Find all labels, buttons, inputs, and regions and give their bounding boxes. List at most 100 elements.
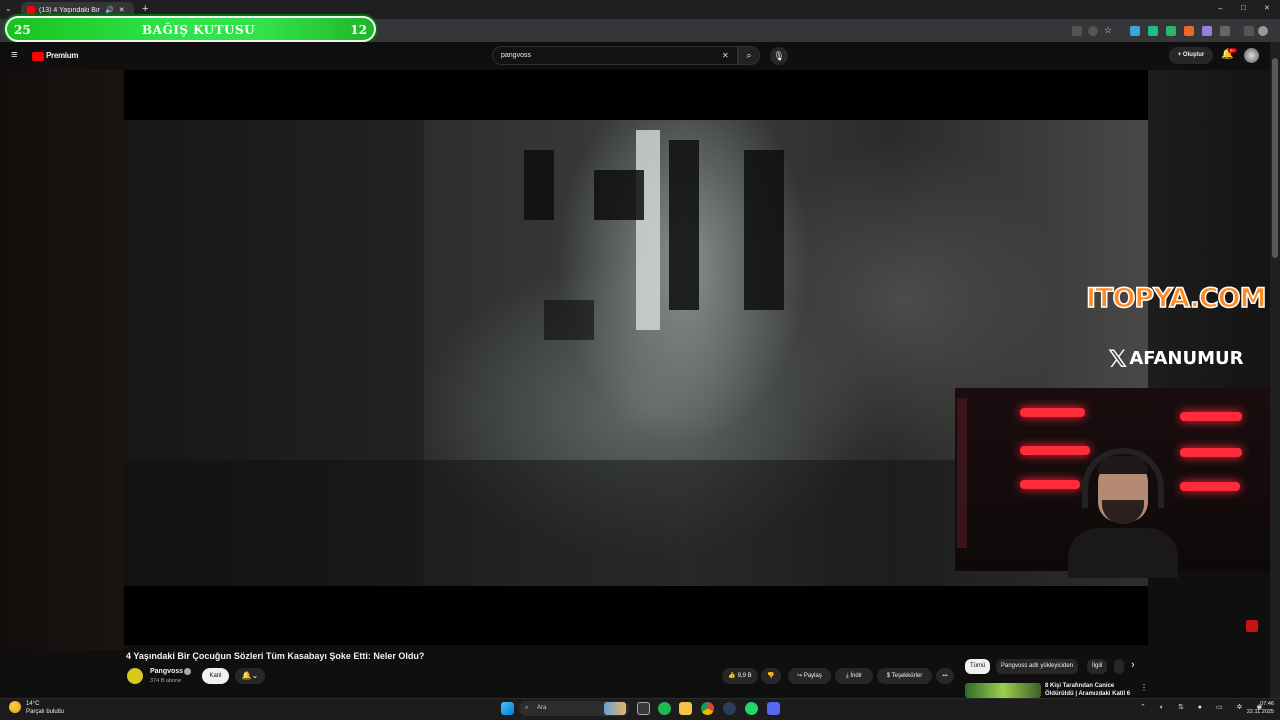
share-label: Paylaş [803,673,822,679]
bookmark-star-icon[interactable]: ☆ [1104,25,1114,35]
extension-orange-icon[interactable] [1184,26,1194,36]
maximize-button[interactable]: □ [1241,3,1246,12]
tab-list-menu-icon[interactable]: ⌄ [5,4,12,13]
spotify-icon[interactable] [658,702,671,715]
extension-blue-icon[interactable] [1130,26,1140,36]
red-led-light [1180,412,1242,421]
zoom-icon[interactable] [1088,26,1098,36]
voice-search-button[interactable]: 🎙 [770,47,788,65]
recommendation-menu-icon[interactable]: ⋮ [1140,683,1148,692]
video-title: 4 Yaşındaki Bir Çocuğun Sözleri Tüm Kasa… [126,651,425,661]
tab-close-icon[interactable]: ✕ [119,6,125,14]
notification-badge: 9+ [1228,48,1238,53]
streamer-silhouette [1068,448,1178,578]
channel-name[interactable]: Pangvoss [150,668,183,675]
thanks-button[interactable]: $ Teşekkürler [877,668,932,684]
weather-icon[interactable] [9,701,21,713]
thumbs-down-icon: 👎 [767,673,775,679]
create-label: Oluştur [1182,52,1205,58]
like-count: 9,9 B [737,673,752,679]
shelf-shadow [524,150,554,220]
search-input[interactable]: pangvoss [492,46,738,65]
extension-twitch-icon[interactable] [1166,26,1176,36]
extensions-puzzle-icon[interactable] [1220,26,1230,36]
donation-box-overlay: 25 BAĞIŞ KUTUSU 12 [5,16,376,42]
chips-next-icon[interactable]: › [1131,659,1135,671]
join-button[interactable]: Katıl [202,668,229,684]
hair [1098,456,1148,474]
donation-title: BAĞIŞ KUTUSU [142,23,256,37]
recommendation-title[interactable]: 8 Kişi Tarafından Canice Öldürüldü | Ara… [1045,682,1135,698]
chip-related[interactable]: İlgili [1087,659,1108,674]
thumbs-up-icon: 👍 [728,673,738,679]
verified-icon [184,668,191,675]
search-icon: ⌕ [746,50,752,60]
close-window-button[interactable]: ✕ [1264,4,1270,12]
x-handle-overlay: 𝕏 AFANUMUR [1108,345,1268,375]
weather-widget[interactable]: 14°C Parçalı bulutlu [26,700,64,716]
donation-right-value: 12 [350,23,367,37]
subscriber-count: 374 B abone [150,678,182,684]
weather-description: Parçalı bulutlu [26,709,65,715]
channel-avatar[interactable] [127,668,143,684]
channel-watermark-icon[interactable] [1246,620,1258,632]
thanks-label: Teşekkürler [891,673,923,679]
search-highlight-icon[interactable] [604,702,626,715]
youtube-favicon-icon [27,6,35,14]
dislike-button[interactable]: 👎 [761,668,781,684]
profile-avatar-icon[interactable] [1258,26,1268,36]
speaker-icon[interactable]: 🔊 [105,6,114,14]
shelf-shadow [544,300,594,340]
ambient-mode-right [1148,70,1270,390]
like-button[interactable]: 👍 9,9 B [722,668,758,684]
bell-icon: 🔔⌄ [241,671,259,680]
discord-icon[interactable] [767,702,780,715]
subscription-bell-button[interactable]: 🔔⌄ [235,668,265,684]
file-explorer-icon[interactable] [679,702,692,715]
windows-start-icon[interactable] [501,702,514,715]
search-button[interactable]: ⌕ [738,46,760,65]
share-icon: ↪ [797,673,804,679]
create-button[interactable]: + Oluştur [1169,47,1213,64]
task-view-icon[interactable] [637,702,650,715]
light-column [636,130,660,330]
x-handle-text: AFANUMUR [1129,348,1244,369]
chip-all[interactable]: Tümü [965,659,991,674]
microphone-icon: 🎙 [773,51,785,61]
download-button[interactable]: ⤓ İndir [835,668,873,684]
reading-list-icon[interactable] [1244,26,1254,36]
chip-from-uploader[interactable]: Pangvoss adlı yükleyiciden [996,659,1079,674]
screen-cast-icon[interactable] [1072,26,1082,36]
minimize-button[interactable]: – [1218,4,1222,13]
red-led-light [1180,448,1242,457]
share-button[interactable]: ↪ Paylaş [788,668,831,684]
new-tab-button[interactable]: + [142,3,148,15]
recommendation-thumbnail[interactable] [965,683,1041,698]
taskbar-clock[interactable]: 07:46 22.11.2025 [1238,700,1274,716]
whatsapp-icon[interactable] [745,702,758,715]
beard [1102,500,1144,524]
clock-time: 07:46 [1260,701,1274,707]
scrollbar-thumb[interactable] [1272,58,1278,258]
extension-purple-icon[interactable] [1202,26,1212,36]
ambient-mode-left [0,70,124,650]
torso [1068,528,1178,578]
sponsor-logo: ITOPYA.COM [1085,282,1267,315]
youtube-logo-text[interactable]: Premium [46,51,78,60]
extension-green-icon[interactable] [1148,26,1158,36]
red-led-light [1020,480,1080,489]
more-actions-button[interactable]: ••• [936,668,954,684]
youtube-logo-icon[interactable] [32,52,44,61]
hamburger-menu-icon[interactable]: ≡ [11,49,17,61]
download-label: İndir [850,673,862,679]
search-clear-icon[interactable]: ✕ [722,51,729,60]
steam-icon[interactable] [723,702,736,715]
donation-left-value: 25 [14,23,31,37]
chrome-icon[interactable] [701,702,714,715]
red-led-light [1180,482,1240,491]
shelf-shadow [594,170,644,220]
chip-partial[interactable] [1114,659,1124,674]
red-led-light [1020,408,1085,417]
account-avatar[interactable] [1244,48,1259,63]
left-wall [124,120,424,586]
